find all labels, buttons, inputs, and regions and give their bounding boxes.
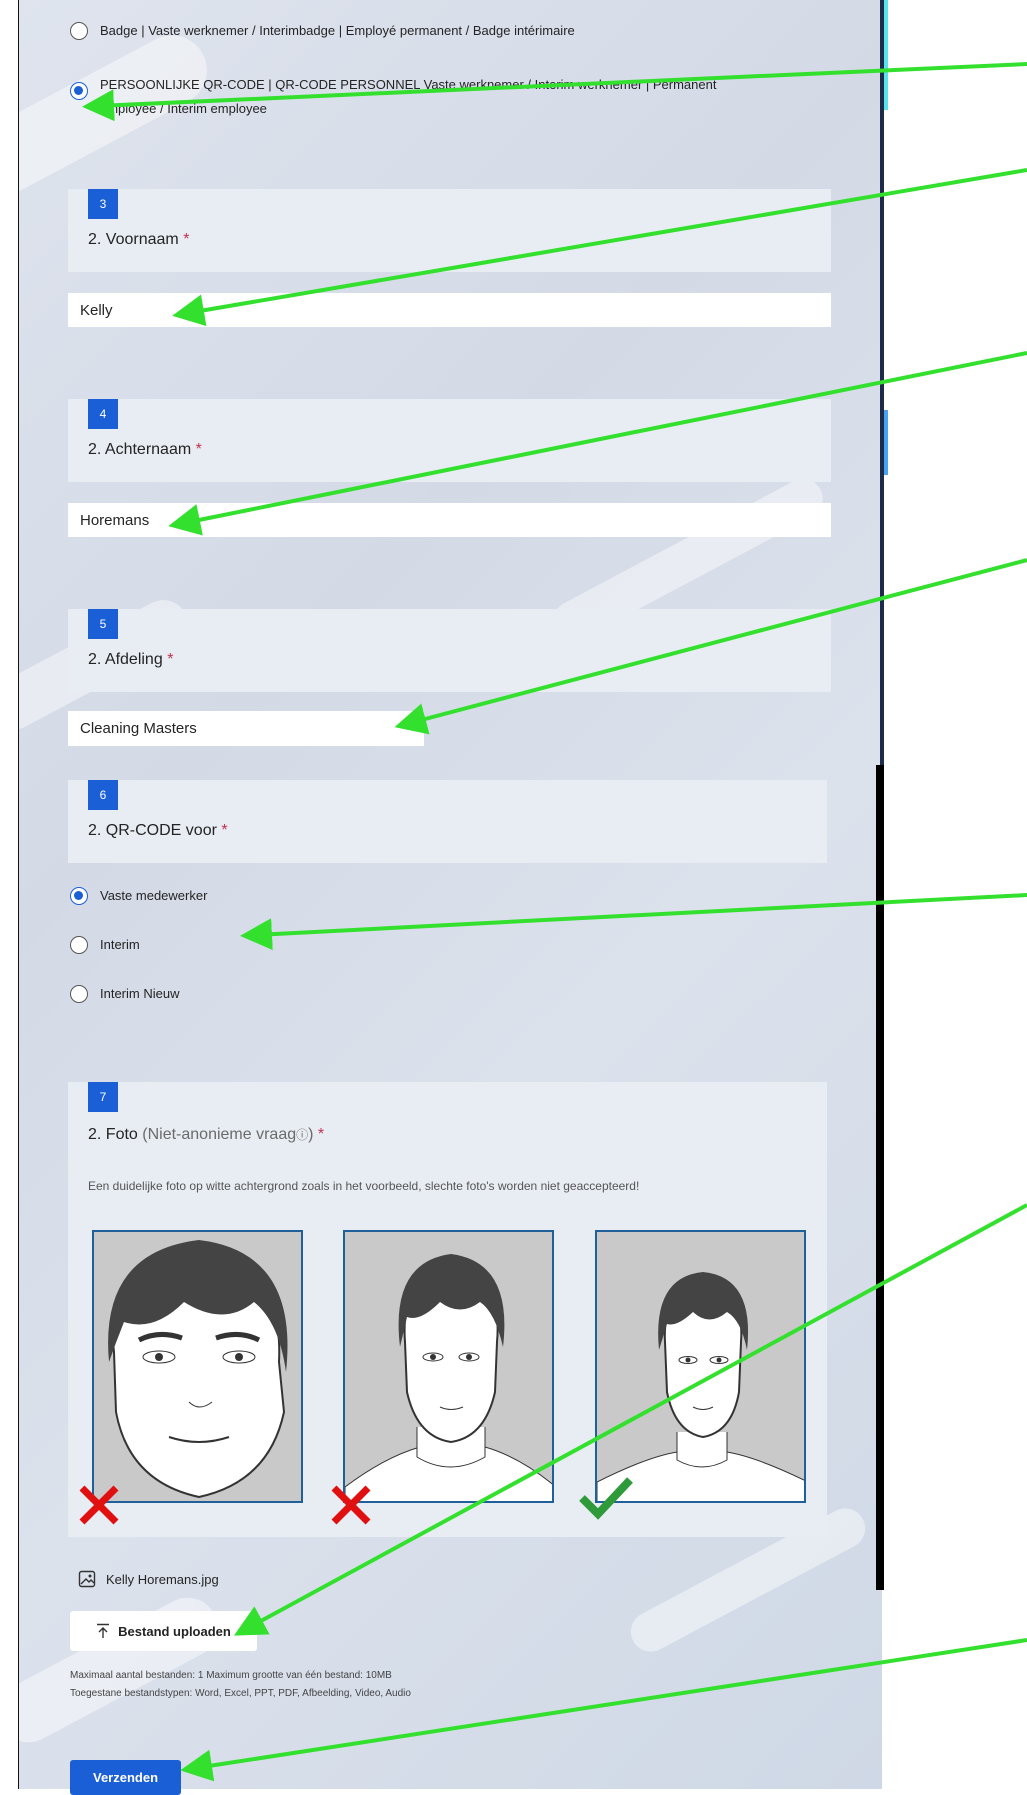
- annotation-arrow: [180, 1638, 1027, 1782]
- annotation-arrow: [172, 168, 1027, 327]
- annotation-arrow: [233, 1203, 1027, 1636]
- annotation-arrow: [240, 893, 1027, 951]
- annotation-arrow: [168, 351, 1027, 536]
- annotation-arrows: [82, 62, 1027, 1782]
- annotation-arrow: [394, 558, 1027, 735]
- annotation-arrow: [82, 62, 1027, 122]
